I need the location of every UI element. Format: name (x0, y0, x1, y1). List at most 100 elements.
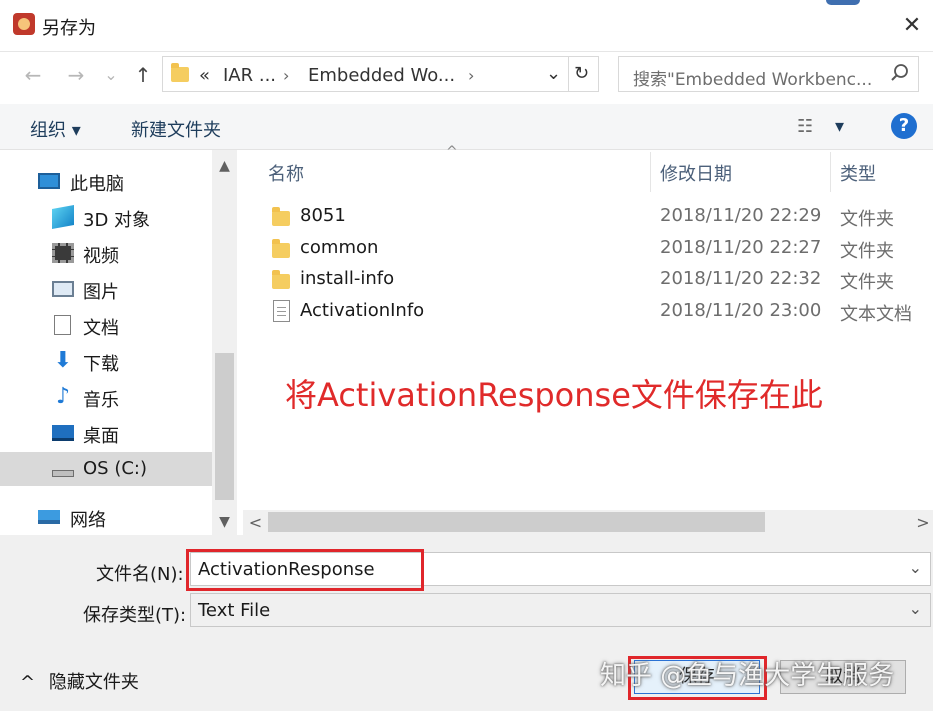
view-dropdown-icon[interactable]: ▾ (835, 116, 844, 137)
search-placeholder: 搜索"Embedded Workbenc... (633, 70, 873, 90)
breadcrumb-item-embedded-workbench[interactable]: Embedded Wo... (308, 65, 455, 86)
sidebar-item-pictures[interactable]: 图片 (0, 272, 212, 306)
file-modified: 2018/11/20 22:27 (660, 237, 822, 258)
hide-folders-toggle[interactable]: ^ 隐藏文件夹 (20, 668, 139, 694)
music-icon: ♪ (55, 384, 71, 409)
folder-icon (272, 270, 290, 289)
sidebar-item-label: 音乐 (83, 390, 119, 411)
column-header-type[interactable]: 类型 (840, 160, 876, 186)
scroll-left-icon[interactable]: < (243, 513, 268, 532)
scroll-right-icon[interactable]: > (913, 513, 933, 532)
cube-3d-icon (52, 205, 74, 229)
forward-arrow-icon[interactable]: → (63, 62, 89, 88)
file-modified: 2018/11/20 22:32 (660, 268, 822, 289)
title-bar (0, 0, 933, 52)
sidebar-item-label: 桌面 (83, 426, 119, 447)
documents-icon (54, 315, 71, 335)
filename-label: 文件名(N): (96, 564, 184, 585)
back-arrow-icon[interactable]: ← (20, 62, 46, 88)
drive-icon (52, 470, 74, 477)
breadcrumb-separator[interactable]: › (468, 66, 474, 85)
file-name: common (300, 237, 379, 258)
filetype-value: Text File (198, 600, 271, 621)
download-icon: ⬇ (53, 348, 73, 373)
folder-icon (272, 207, 290, 226)
scroll-up-icon[interactable]: ▲ (212, 158, 237, 174)
file-type: 文件夹 (840, 241, 894, 262)
sidebar-item-label: 下载 (83, 354, 119, 375)
table-row[interactable]: ActivationInfo 2018/11/20 23:00 文本文档 (262, 297, 933, 327)
sidebar-item-music[interactable]: ♪ 音乐 (0, 380, 212, 414)
sidebar-item-downloads[interactable]: ⬇ 下载 (0, 344, 212, 378)
sidebar-item-3d-objects[interactable]: 3D 对象 (0, 200, 212, 234)
sidebar-item-os-c[interactable]: OS (C:) (0, 452, 212, 486)
refresh-icon[interactable]: ↻ (574, 63, 589, 84)
table-row[interactable]: install-info 2018/11/20 22:32 文件夹 (262, 265, 933, 295)
scroll-down-icon[interactable]: ▼ (212, 514, 237, 530)
horizontal-scrollbar-thumb[interactable] (268, 512, 765, 532)
background-window-edge (826, 0, 860, 5)
file-modified: 2018/11/20 22:29 (660, 205, 822, 226)
sidebar-item-network[interactable]: 网络 (0, 500, 212, 534)
computer-icon (38, 173, 60, 189)
breadcrumb-item-iar[interactable]: IAR ... (223, 65, 276, 86)
sidebar-item-label: 网络 (70, 510, 106, 531)
sidebar-item-documents[interactable]: 文档 (0, 308, 212, 342)
file-type: 文件夹 (840, 272, 894, 293)
desktop-icon (52, 425, 74, 441)
column-header-modified[interactable]: 修改日期 (660, 160, 732, 186)
filetype-label: 保存类型(T): (83, 605, 187, 626)
view-options-icon[interactable]: ☷ (797, 116, 813, 137)
sidebar-item-videos[interactable]: 视频 (0, 236, 212, 270)
sidebar-item-this-pc[interactable]: 此电脑 (0, 164, 212, 198)
file-name: ActivationInfo (300, 300, 425, 321)
app-icon (13, 13, 35, 35)
search-input[interactable]: 搜索"Embedded Workbenc... (618, 56, 919, 92)
file-name: 8051 (300, 205, 346, 226)
file-name: install-info (300, 268, 395, 289)
recent-locations-chevron-icon[interactable]: ⌄ (98, 62, 124, 88)
highlight-box-filename (186, 549, 424, 591)
chevron-down-icon[interactable]: ⌄ (909, 599, 922, 618)
search-icon[interactable] (890, 63, 910, 83)
new-folder-button[interactable]: 新建文件夹 (131, 116, 221, 142)
column-header-name[interactable]: 名称 (268, 160, 304, 186)
breadcrumb-overflow[interactable]: « (199, 65, 210, 86)
address-divider (568, 57, 569, 91)
hide-folders-label: 隐藏文件夹 (48, 672, 139, 693)
chevron-up-icon: ^ (20, 672, 36, 693)
sidebar-item-label: OS (C:) (83, 458, 147, 479)
help-icon[interactable]: ? (891, 113, 917, 139)
pictures-icon (52, 281, 74, 297)
column-divider[interactable] (650, 152, 651, 192)
annotation-text: 将ActivationResponse文件保存在此 (285, 376, 823, 414)
chevron-down-icon[interactable]: ⌄ (909, 558, 922, 577)
text-file-icon (273, 300, 290, 322)
file-type: 文本文档 (840, 304, 912, 325)
address-bar[interactable]: « IAR ... › Embedded Wo... › ⌄ ↻ (162, 56, 599, 92)
table-row[interactable]: 8051 2018/11/20 22:29 文件夹 (262, 202, 933, 232)
sidebar-item-desktop[interactable]: 桌面 (0, 416, 212, 450)
folder-icon (272, 239, 290, 258)
network-icon (38, 510, 60, 524)
organize-button[interactable]: 组织 ▾ (30, 116, 81, 142)
file-modified: 2018/11/20 23:00 (660, 300, 822, 321)
file-type: 文件夹 (840, 209, 894, 230)
sidebar-item-label: 视频 (83, 246, 119, 267)
filetype-select[interactable]: Text File ⌄ (190, 593, 931, 627)
sidebar-item-label: 此电脑 (70, 174, 124, 195)
folder-icon (171, 63, 189, 82)
watermark: 知乎 @鱼与渔大学生服务 (600, 661, 895, 691)
breadcrumb-separator[interactable]: › (283, 66, 289, 85)
sidebar-item-label: 文档 (83, 318, 119, 339)
video-icon (52, 243, 74, 263)
sidebar-scrollbar-thumb[interactable] (215, 353, 234, 500)
address-dropdown-icon[interactable]: ⌄ (546, 63, 561, 84)
close-icon[interactable]: ✕ (900, 14, 924, 38)
up-arrow-icon[interactable]: ↑ (130, 62, 156, 88)
table-row[interactable]: common 2018/11/20 22:27 文件夹 (262, 234, 933, 264)
sidebar-item-label: 图片 (83, 282, 119, 303)
column-divider[interactable] (830, 152, 831, 192)
sort-indicator-icon: ^ (446, 144, 458, 160)
window-title: 另存为 (42, 18, 96, 39)
